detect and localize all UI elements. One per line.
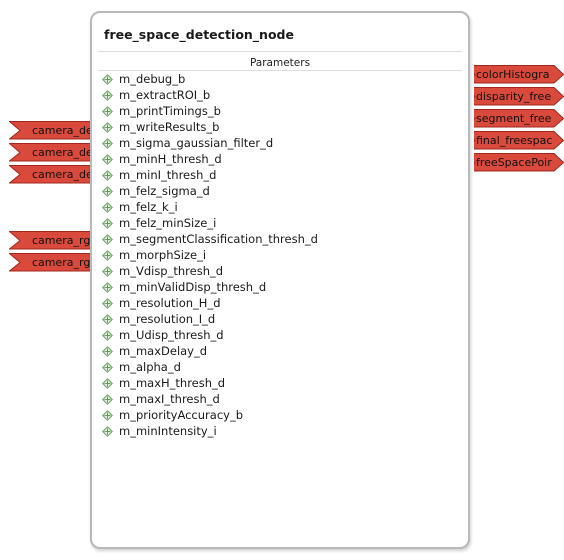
parameter-item[interactable]: m_segmentClassification_thresh_d	[102, 231, 318, 247]
parameter-item[interactable]: m_felz_k_i	[102, 199, 318, 215]
input-port-label: camera_rg	[32, 256, 90, 269]
input-port-label: camera_de	[32, 146, 90, 159]
diamond-cross-icon	[102, 233, 113, 245]
parameter-label: m_debug_b	[119, 72, 186, 86]
diamond-cross-icon	[102, 73, 113, 85]
parameter-label: m_maxI_thresh_d	[119, 392, 220, 406]
parameter-item[interactable]: m_printTimings_b	[102, 103, 318, 119]
output-port[interactable]: colorHistogra	[474, 65, 564, 84]
output-port-label: colorHistogra	[476, 68, 550, 81]
parameter-label: m_resolution_I_d	[119, 312, 216, 326]
output-port[interactable]: disparity_free	[474, 87, 564, 106]
diamond-cross-icon	[102, 217, 113, 229]
diamond-cross-icon	[102, 153, 113, 165]
input-port-label: camera_rg	[32, 234, 90, 247]
input-port[interactable]: camera_de	[9, 143, 90, 162]
parameter-label: m_priorityAccuracy_b	[119, 408, 244, 422]
diamond-cross-icon	[102, 361, 113, 373]
parameter-item[interactable]: m_minH_thresh_d	[102, 151, 318, 167]
parameter-item[interactable]: m_minI_thresh_d	[102, 167, 318, 183]
node-title: free_space_detection_node	[104, 27, 294, 42]
title-divider	[98, 51, 462, 52]
diamond-cross-icon	[102, 89, 113, 101]
parameter-item[interactable]: m_debug_b	[102, 71, 318, 87]
parameter-item[interactable]: m_minValidDisp_thresh_d	[102, 279, 318, 295]
input-port[interactable]: camera_de	[9, 165, 90, 184]
parameter-label: m_alpha_d	[119, 360, 181, 374]
parameter-label: m_minIntensity_i	[119, 424, 217, 438]
parameter-label: m_maxDelay_d	[119, 344, 208, 358]
parameter-label: m_resolution_H_d	[119, 296, 221, 310]
parameter-item[interactable]: m_Vdisp_thresh_d	[102, 263, 318, 279]
diamond-cross-icon	[102, 121, 113, 133]
parameter-item[interactable]: m_alpha_d	[102, 359, 318, 375]
parameter-item[interactable]: m_resolution_I_d	[102, 311, 318, 327]
parameter-label: m_minI_thresh_d	[119, 168, 217, 182]
output-port[interactable]: segment_free	[474, 109, 564, 128]
parameter-label: m_minValidDisp_thresh_d	[119, 280, 267, 294]
parameter-label: m_segmentClassification_thresh_d	[119, 232, 318, 246]
output-port-label: freeSpacePoir	[476, 156, 552, 169]
diamond-cross-icon	[102, 329, 113, 341]
input-port[interactable]: camera_rg	[9, 253, 90, 272]
graph-canvas: camera_de camera_de camera_de camera_rg came…	[0, 0, 564, 560]
parameter-label: m_extractROI_b	[119, 88, 211, 102]
output-port-label: segment_free	[476, 112, 552, 125]
parameter-item[interactable]: m_morphSize_i	[102, 247, 318, 263]
parameter-label: m_Udisp_thresh_d	[119, 328, 224, 342]
diamond-cross-icon	[102, 377, 113, 389]
parameter-label: m_sigma_gaussian_filter_d	[119, 136, 274, 150]
parameter-item[interactable]: m_maxI_thresh_d	[102, 391, 318, 407]
output-port-label: final_freespac	[476, 134, 553, 147]
parameter-label: m_felz_sigma_d	[119, 184, 210, 198]
diamond-cross-icon	[102, 169, 113, 181]
diamond-cross-icon	[102, 249, 113, 261]
output-port-label: disparity_free	[476, 90, 552, 103]
input-port[interactable]: camera_de	[9, 121, 90, 140]
parameter-item[interactable]: m_felz_minSize_i	[102, 215, 318, 231]
node-free-space-detection[interactable]: free_space_detection_node Parameters m_d…	[90, 11, 470, 549]
parameter-label: m_felz_minSize_i	[119, 216, 217, 230]
diamond-cross-icon	[102, 345, 113, 357]
diamond-cross-icon	[102, 409, 113, 421]
parameter-label: m_writeResults_b	[119, 120, 220, 134]
parameters-header: Parameters	[249, 57, 311, 69]
parameter-item[interactable]: m_maxDelay_d	[102, 343, 318, 359]
parameter-item[interactable]: m_resolution_H_d	[102, 295, 318, 311]
parameter-item[interactable]: m_maxH_thresh_d	[102, 375, 318, 391]
diamond-cross-icon	[102, 297, 113, 309]
diamond-cross-icon	[102, 281, 113, 293]
output-port[interactable]: freeSpacePoir	[474, 153, 564, 172]
parameter-label: m_printTimings_b	[119, 104, 221, 118]
diamond-cross-icon	[102, 265, 113, 277]
diamond-cross-icon	[102, 105, 113, 117]
diamond-cross-icon	[102, 313, 113, 325]
parameters-list: m_debug_b m_extractROI_b m_printTimings_bm…	[102, 71, 318, 439]
parameter-label: m_felz_k_i	[119, 200, 178, 214]
parameter-label: m_morphSize_i	[119, 248, 207, 262]
diamond-cross-icon	[102, 137, 113, 149]
parameter-label: m_maxH_thresh_d	[119, 376, 226, 390]
diamond-cross-icon	[102, 185, 113, 197]
parameter-item[interactable]: m_extractROI_b	[102, 87, 318, 103]
parameter-item[interactable]: m_sigma_gaussian_filter_d	[102, 135, 318, 151]
input-port[interactable]: camera_rg	[9, 231, 90, 250]
parameter-item[interactable]: m_felz_sigma_d	[102, 183, 318, 199]
input-port-label: camera_de	[32, 168, 90, 181]
parameter-item[interactable]: m_priorityAccuracy_b	[102, 407, 318, 423]
parameter-item[interactable]: m_minIntensity_i	[102, 423, 318, 439]
diamond-cross-icon	[102, 425, 113, 437]
output-port[interactable]: final_freespac	[474, 131, 564, 150]
parameter-item[interactable]: m_writeResults_b	[102, 119, 318, 135]
parameter-label: m_Vdisp_thresh_d	[119, 264, 224, 278]
diamond-cross-icon	[102, 201, 113, 213]
parameter-item[interactable]: m_Udisp_thresh_d	[102, 327, 318, 343]
diamond-cross-icon	[102, 393, 113, 405]
input-port-label: camera_de	[32, 124, 90, 137]
parameter-label: m_minH_thresh_d	[119, 152, 222, 166]
